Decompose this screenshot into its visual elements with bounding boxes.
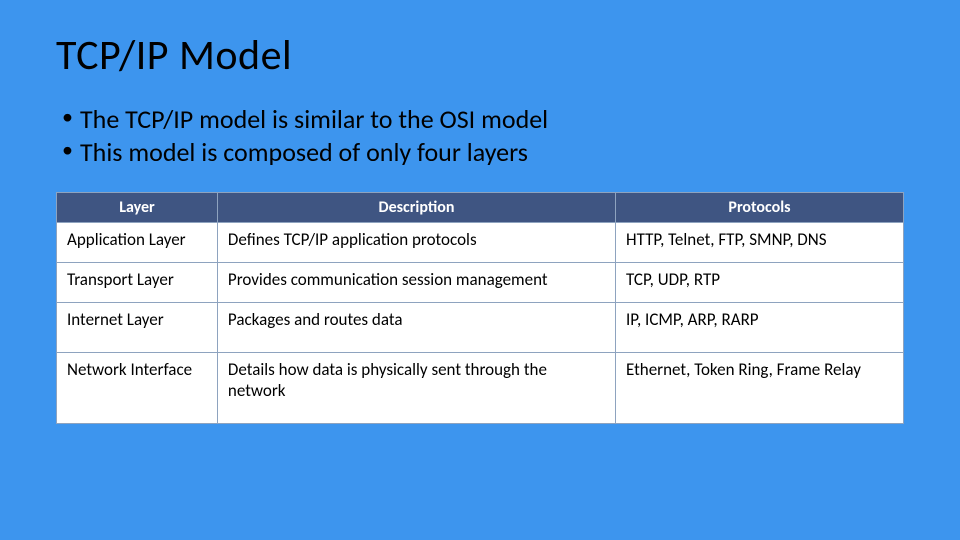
table-row: Internet Layer Packages and routes data … xyxy=(57,303,904,353)
bullet-list: The TCP/IP model is similar to the OSI m… xyxy=(62,103,904,168)
table-header-row: Layer Description Protocols xyxy=(57,193,904,223)
layers-table: Layer Description Protocols Application … xyxy=(56,192,904,424)
cell-protocols: TCP, UDP, RTP xyxy=(616,263,904,303)
table-row: Network Interface Details how data is ph… xyxy=(57,353,904,424)
table-header-description: Description xyxy=(217,193,615,223)
cell-protocols: HTTP, Telnet, FTP, SMNP, DNS xyxy=(616,223,904,263)
cell-layer: Internet Layer xyxy=(57,303,218,353)
table-row: Application Layer Defines TCP/IP applica… xyxy=(57,223,904,263)
cell-protocols: Ethernet, Token Ring, Frame Relay xyxy=(616,353,904,424)
bullet-item: The TCP/IP model is similar to the OSI m… xyxy=(62,103,904,136)
cell-layer: Network Interface xyxy=(57,353,218,424)
slide: TCP/IP Model The TCP/IP model is similar… xyxy=(0,0,960,444)
cell-protocols: IP, ICMP, ARP, RARP xyxy=(616,303,904,353)
bullet-item: This model is composed of only four laye… xyxy=(62,136,904,169)
table-header-protocols: Protocols xyxy=(616,193,904,223)
table-header-layer: Layer xyxy=(57,193,218,223)
table-row: Transport Layer Provides communication s… xyxy=(57,263,904,303)
cell-layer: Transport Layer xyxy=(57,263,218,303)
cell-layer: Application Layer xyxy=(57,223,218,263)
cell-description: Provides communication session managemen… xyxy=(217,263,615,303)
cell-description: Packages and routes data xyxy=(217,303,615,353)
cell-description: Details how data is physically sent thro… xyxy=(217,353,615,424)
cell-description: Defines TCP/IP application protocols xyxy=(217,223,615,263)
slide-title: TCP/IP Model xyxy=(56,30,904,81)
